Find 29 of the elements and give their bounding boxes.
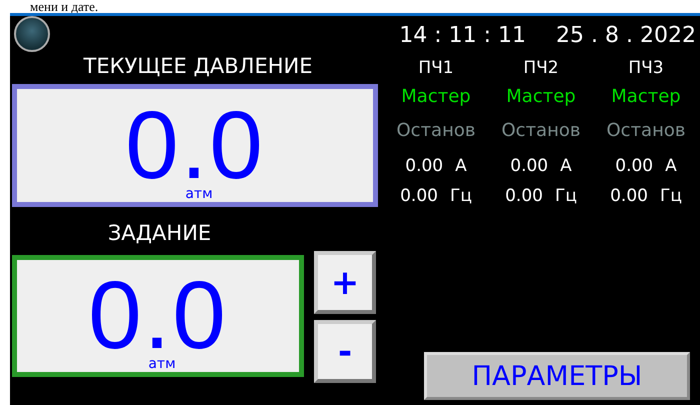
frequency-unit: Гц [660, 186, 682, 208]
current-unit: А [560, 156, 572, 178]
drive-mode: Мастер [401, 86, 471, 109]
drive-mode: Мастер [506, 86, 576, 109]
frequency-value: 0.00 [505, 186, 543, 208]
drive-state: Останов [606, 120, 686, 143]
drive-state: Останов [396, 120, 476, 143]
setpoint-label: ЗАДАНИЕ [106, 221, 212, 247]
frequency-unit: Гц [450, 186, 472, 208]
time-text: 14 : 11 : 11 [399, 22, 526, 48]
current-value: 0.00 [615, 156, 654, 178]
decrease-button[interactable]: - [314, 320, 376, 383]
current-unit: А [665, 156, 677, 178]
frequency-unit: Гц [554, 186, 577, 208]
current-pressure-label: ТЕКУЩЕЕ ДАВЛЕНИЕ [82, 54, 314, 80]
drive-name: ПЧ2 [523, 58, 559, 80]
drive-name: ПЧ3 [628, 58, 664, 80]
current-value: 0.00 [405, 156, 444, 178]
current-value: 0.00 [510, 156, 548, 178]
parameters-button[interactable]: ПАРАМЕТРЫ [424, 352, 690, 400]
drive-mode: Мастер [611, 86, 681, 109]
frequency-value: 0.00 [400, 186, 438, 208]
drive-name: ПЧ1 [418, 58, 454, 80]
date-text: 25 . 8 . 2022 [556, 22, 696, 48]
drive-state: Останов [502, 120, 580, 143]
current-unit: А [455, 156, 467, 178]
document-text: мени и дате. [30, 0, 98, 13]
frequency-value: 0.00 [610, 186, 648, 208]
increase-button[interactable]: + [314, 251, 376, 314]
